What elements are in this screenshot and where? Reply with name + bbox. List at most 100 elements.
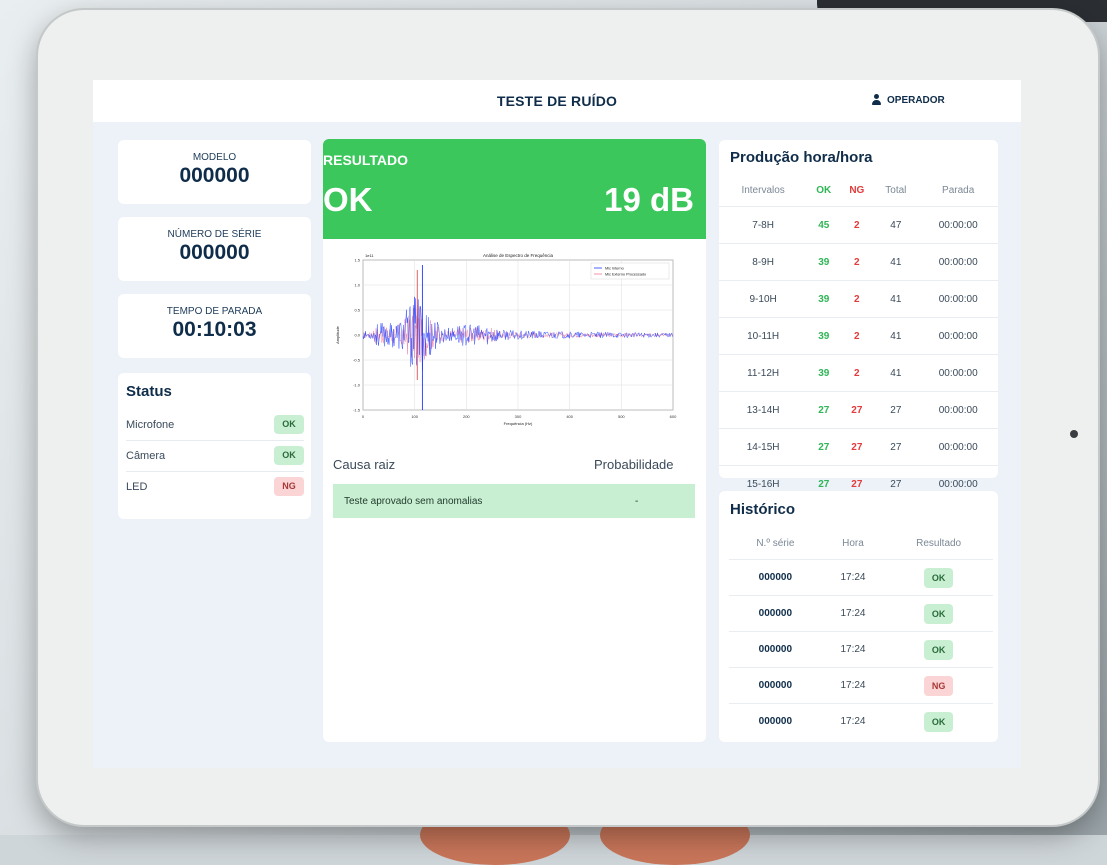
- table-cell: 7-8H: [719, 206, 808, 244]
- model-value: 000000: [179, 164, 250, 187]
- time-cell: 17:24: [821, 595, 885, 632]
- result-badge: OK: [923, 567, 954, 588]
- serial-cell: 000000: [729, 631, 822, 668]
- table-header: N.º série Hora Resultado: [729, 527, 993, 560]
- table-cell: 27: [840, 391, 874, 429]
- time-cell: 17:24: [821, 703, 885, 739]
- serial-label: NÚMERO DE SÉRIE: [167, 229, 262, 240]
- table-cell: 00:00:00: [918, 317, 998, 355]
- table-cell: 41: [873, 317, 919, 355]
- x-tick-label: 0: [362, 414, 365, 419]
- model-card: MODELO 000000: [118, 140, 311, 204]
- table-cell: 14-15H: [719, 428, 808, 466]
- table-row: 000000 17:24 OK: [729, 703, 993, 739]
- result-status: OK: [323, 181, 373, 218]
- table-cell: 10-11H: [719, 317, 808, 355]
- result-badge: OK: [923, 603, 954, 624]
- status-label: LED: [126, 481, 148, 493]
- table-cell: 2: [840, 280, 874, 318]
- serial-cell: 000000: [729, 559, 822, 596]
- result-cell: OK: [884, 631, 993, 668]
- cause-probability: -: [635, 496, 639, 507]
- table-cell: 9-10H: [719, 280, 808, 318]
- cause-row: Teste aprovado sem anomalias -: [333, 484, 695, 518]
- table-cell: 41: [873, 280, 919, 318]
- table-cell: 27: [807, 391, 841, 429]
- column-header: Parada: [942, 184, 975, 196]
- table-row: 14-15H 27 27 27 00:00:00: [719, 428, 998, 466]
- table-cell: 27: [840, 428, 874, 466]
- table-row: 13-14H 27 27 27 00:00:00: [719, 391, 998, 429]
- status-badge: OK: [274, 415, 304, 434]
- status-title: Status: [126, 383, 172, 400]
- result-cell: OK: [884, 559, 993, 596]
- downtime-label: TEMPO DE PARADA: [166, 306, 263, 317]
- table-cell: 27: [807, 428, 841, 466]
- legend-label: Mic Interno: [605, 267, 624, 271]
- serial-card: NÚMERO DE SÉRIE 000000: [118, 217, 311, 281]
- table-cell: 00:00:00: [918, 206, 998, 244]
- table-cell: 39: [807, 243, 841, 281]
- result-badge: NG: [923, 675, 954, 696]
- chart-legend: [590, 262, 670, 280]
- status-badge: OK: [274, 446, 304, 465]
- table-cell: 27: [873, 391, 919, 429]
- time-cell: 17:24: [821, 631, 885, 668]
- x-tick-label: 300: [515, 414, 522, 419]
- column-header: Intervalos: [741, 184, 785, 196]
- table-cell: 2: [840, 354, 874, 392]
- x-tick-label: 100: [411, 414, 418, 419]
- serial-cell: 000000: [729, 595, 822, 632]
- status-row-led: LED NG: [126, 472, 304, 502]
- table-header: Intervalos OK NG Total Parada: [719, 174, 998, 207]
- table-row: 000000 17:24 OK: [729, 559, 993, 596]
- y-tick-label: 1.0: [354, 283, 360, 288]
- column-header: Hora: [842, 537, 864, 549]
- table-row: 000000 17:24 OK: [729, 595, 993, 632]
- table-row: 7-8H 45 2 47 00:00:00: [719, 206, 998, 244]
- result-level: 19 dB: [604, 181, 694, 218]
- cause-header: Causa raiz: [333, 457, 396, 472]
- operator-label: OPERADOR: [887, 94, 945, 106]
- result-badge: OK: [923, 639, 954, 660]
- scale-label: 1e11: [365, 253, 374, 258]
- table-cell: 11-12H: [719, 354, 808, 392]
- downtime-card: TEMPO DE PARADA 00:10:03: [118, 294, 311, 358]
- table-row: 10-11H 39 2 41 00:00:00: [719, 317, 998, 355]
- production-table: Intervalos OK NG Total Parada 7-8H 45 2 47 0…: [719, 174, 998, 502]
- table-cell: 00:00:00: [918, 280, 998, 318]
- cause-text: Teste aprovado sem anomalias: [344, 496, 483, 507]
- operator-button[interactable]: OPERADOR: [871, 94, 945, 106]
- column-header: NG: [849, 184, 865, 196]
- table-cell: 2: [840, 243, 874, 281]
- user-icon: [871, 94, 882, 106]
- table-row: 9-10H 39 2 41 00:00:00: [719, 280, 998, 318]
- table-cell: 00:00:00: [918, 243, 998, 281]
- table-cell: 2: [840, 206, 874, 244]
- column-header: Total: [885, 184, 907, 196]
- y-axis-label: Amplitude: [335, 325, 340, 344]
- time-cell: 17:24: [821, 667, 885, 704]
- probability-header: Probabilidade: [594, 457, 674, 472]
- model-label: MODELO: [192, 152, 237, 163]
- table-cell: 39: [807, 354, 841, 392]
- status-card: Status Microfone OK Câmera OK LED NG: [118, 373, 311, 519]
- status-row-camera: Câmera OK: [126, 441, 304, 472]
- x-axis-label: Frequência (Hz): [504, 421, 533, 426]
- table-cell: 47: [873, 206, 919, 244]
- table-row: 000000 17:24 NG: [729, 667, 993, 704]
- result-badge: OK: [923, 711, 954, 732]
- table-cell: 39: [807, 317, 841, 355]
- serial-cell: 000000: [729, 667, 822, 704]
- x-tick-label: 400: [566, 414, 573, 419]
- column-header: OK: [816, 184, 832, 196]
- table-cell: 13-14H: [719, 391, 808, 429]
- camera-dot: [1070, 430, 1078, 438]
- status-label: Microfone: [126, 419, 175, 431]
- table-cell: 00:00:00: [918, 428, 998, 466]
- table-cell: 00:00:00: [918, 391, 998, 429]
- y-tick-label: -0.5: [353, 358, 361, 363]
- history-title: Histórico: [730, 501, 796, 518]
- x-tick-label: 500: [618, 414, 625, 419]
- table-row: 8-9H 39 2 41 00:00:00: [719, 243, 998, 281]
